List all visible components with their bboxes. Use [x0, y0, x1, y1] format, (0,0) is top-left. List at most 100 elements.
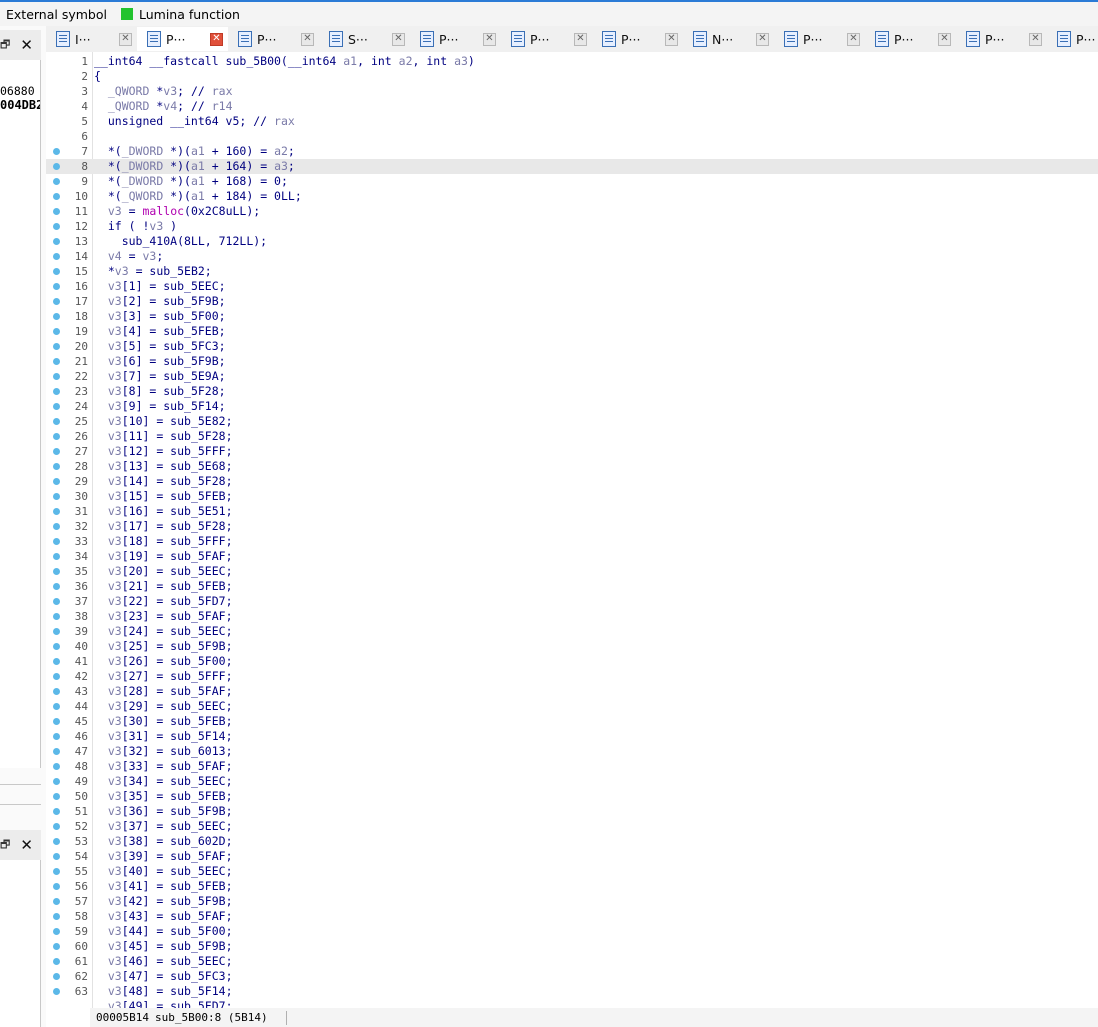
code-line[interactable]: 25 v3[10] = sub_5E82; [46, 414, 1098, 429]
code-line[interactable]: 8 *(_DWORD *)(a1 + 164) = a3; [46, 159, 1098, 174]
breakpoint-dot-icon[interactable] [53, 208, 60, 215]
breakpoint-dot-icon[interactable] [53, 193, 60, 200]
breakpoint-dot-icon[interactable] [53, 958, 60, 965]
breakpoint-dot-icon[interactable] [53, 523, 60, 530]
code-line[interactable]: 49 v3[34] = sub_5EEC; [46, 774, 1098, 789]
code-line[interactable]: 33 v3[18] = sub_5FFF; [46, 534, 1098, 549]
code-line[interactable]: 31 v3[16] = sub_5E51; [46, 504, 1098, 519]
tab-5[interactable]: P··· ✕ [501, 27, 592, 51]
tab-4[interactable]: P··· ✕ [410, 27, 501, 51]
breakpoint-dot-icon[interactable] [53, 718, 60, 725]
tab-8[interactable]: P··· ✕ [774, 27, 865, 51]
code-line[interactable]: 48 v3[33] = sub_5FAF; [46, 759, 1098, 774]
code-line[interactable]: 4 _QWORD *v4; // r14 [46, 99, 1098, 114]
breakpoint-dot-icon[interactable] [53, 223, 60, 230]
close-icon[interactable]: ✕ [392, 32, 405, 46]
breakpoint-dot-icon[interactable] [53, 928, 60, 935]
breakpoint-dot-icon[interactable] [53, 748, 60, 755]
code-line[interactable]: 61 v3[46] = sub_5EEC; [46, 954, 1098, 969]
code-line[interactable]: 14 v4 = v3; [46, 249, 1098, 264]
close-icon[interactable]: ✕ [665, 32, 678, 46]
code-line[interactable]: 56 v3[41] = sub_5FEB; [46, 879, 1098, 894]
tab-11[interactable]: P···✕ [1047, 27, 1098, 51]
breakpoint-dot-icon[interactable] [53, 418, 60, 425]
breakpoint-dot-icon[interactable] [53, 733, 60, 740]
breakpoint-dot-icon[interactable] [53, 493, 60, 500]
breakpoint-dot-icon[interactable] [53, 553, 60, 560]
code-line[interactable]: 54 v3[39] = sub_5FAF; [46, 849, 1098, 864]
breakpoint-dot-icon[interactable] [53, 343, 60, 350]
breakpoint-dot-icon[interactable] [53, 763, 60, 770]
close-icon[interactable]: ✕ [574, 32, 587, 46]
tab-6[interactable]: P··· ✕ [592, 27, 683, 51]
code-line[interactable]: 24 v3[9] = sub_5F14; [46, 399, 1098, 414]
close-icon[interactable]: ✕ [938, 32, 951, 46]
panel-body-bottom[interactable] [0, 860, 41, 1027]
breakpoint-dot-icon[interactable] [53, 658, 60, 665]
restore-icon[interactable]: 🗗 [0, 836, 10, 855]
breakpoint-dot-icon[interactable] [53, 853, 60, 860]
code-line[interactable]: 42 v3[27] = sub_5FFF; [46, 669, 1098, 684]
code-line[interactable]: 38 v3[23] = sub_5FAF; [46, 609, 1098, 624]
code-line[interactable]: 22 v3[7] = sub_5E9A; [46, 369, 1098, 384]
code-line[interactable]: 51 v3[36] = sub_5F9B; [46, 804, 1098, 819]
breakpoint-dot-icon[interactable] [53, 583, 60, 590]
code-line[interactable]: 11 v3 = malloc(0x2C8uLL); [46, 204, 1098, 219]
breakpoint-dot-icon[interactable] [53, 913, 60, 920]
breakpoint-dot-icon[interactable] [53, 358, 60, 365]
code-line[interactable]: 39 v3[24] = sub_5EEC; [46, 624, 1098, 639]
breakpoint-dot-icon[interactable] [53, 388, 60, 395]
close-icon[interactable]: ✕ [847, 32, 860, 46]
code-line[interactable]: 45 v3[30] = sub_5FEB; [46, 714, 1098, 729]
panel-body-top[interactable]: 06880 004DB2 [0, 60, 41, 768]
breakpoint-dot-icon[interactable] [53, 448, 60, 455]
breakpoint-dot-icon[interactable] [53, 883, 60, 890]
tab-10[interactable]: P··· ✕ [956, 27, 1047, 51]
breakpoint-dot-icon[interactable] [53, 823, 60, 830]
code-line[interactable]: 23 v3[8] = sub_5F28; [46, 384, 1098, 399]
breakpoint-dot-icon[interactable] [53, 508, 60, 515]
tab-2[interactable]: P··· ✕ [228, 27, 319, 51]
code-line[interactable]: 57 v3[42] = sub_5F9B; [46, 894, 1098, 909]
code-line[interactable]: 20 v3[5] = sub_5FC3; [46, 339, 1098, 354]
code-line[interactable]: 15 *v3 = sub_5EB2; [46, 264, 1098, 279]
breakpoint-dot-icon[interactable] [53, 538, 60, 545]
code-line[interactable]: 62 v3[47] = sub_5FC3; [46, 969, 1098, 984]
code-line[interactable]: 18 v3[3] = sub_5F00; [46, 309, 1098, 324]
tab-1[interactable]: P··· ✕ [137, 27, 228, 51]
code-line[interactable]: 2{ [46, 69, 1098, 84]
breakpoint-dot-icon[interactable] [53, 148, 60, 155]
code-line[interactable]: 44 v3[29] = sub_5EEC; [46, 699, 1098, 714]
breakpoint-dot-icon[interactable] [53, 868, 60, 875]
code-line[interactable]: 41 v3[26] = sub_5F00; [46, 654, 1098, 669]
breakpoint-dot-icon[interactable] [53, 163, 60, 170]
breakpoint-dot-icon[interactable] [53, 283, 60, 290]
breakpoint-dot-icon[interactable] [53, 673, 60, 680]
breakpoint-dot-icon[interactable] [53, 808, 60, 815]
code-line[interactable]: 9 *(_DWORD *)(a1 + 168) = 0; [46, 174, 1098, 189]
breakpoint-dot-icon[interactable] [53, 463, 60, 470]
close-icon[interactable]: ✕ [756, 32, 769, 46]
code-line[interactable]: 1 __int64 __fastcall sub_5B00(__int64 a1,… [46, 54, 1098, 69]
breakpoint-dot-icon[interactable] [53, 268, 60, 275]
code-line[interactable]: 37 v3[22] = sub_5FD7; [46, 594, 1098, 609]
close-icon[interactable]: ✕ [483, 32, 496, 46]
code-line[interactable]: 12 if ( !v3 ) [46, 219, 1098, 234]
breakpoint-dot-icon[interactable] [53, 568, 60, 575]
code-line[interactable]: 50 v3[35] = sub_5FEB; [46, 789, 1098, 804]
breakpoint-dot-icon[interactable] [53, 313, 60, 320]
code-line[interactable]: 17 v3[2] = sub_5F9B; [46, 294, 1098, 309]
breakpoint-dot-icon[interactable] [53, 478, 60, 485]
close-icon[interactable]: ✕ [119, 32, 132, 46]
code-line[interactable]: 28 v3[13] = sub_5E68; [46, 459, 1098, 474]
pseudocode-view[interactable]: 1 __int64 __fastcall sub_5B00(__int64 a1,… [46, 52, 1098, 1008]
tab-7[interactable]: N··· ✕ [683, 27, 774, 51]
breakpoint-dot-icon[interactable] [53, 403, 60, 410]
code-line[interactable]: 34 v3[19] = sub_5FAF; [46, 549, 1098, 564]
code-line[interactable]: 40 v3[25] = sub_5F9B; [46, 639, 1098, 654]
tab-3[interactable]: S··· ✕ [319, 27, 410, 51]
breakpoint-dot-icon[interactable] [53, 628, 60, 635]
breakpoint-dot-icon[interactable] [53, 688, 60, 695]
code-line[interactable]: 29 v3[14] = sub_5F28; [46, 474, 1098, 489]
code-line[interactable]: 53 v3[38] = sub_602D; [46, 834, 1098, 849]
